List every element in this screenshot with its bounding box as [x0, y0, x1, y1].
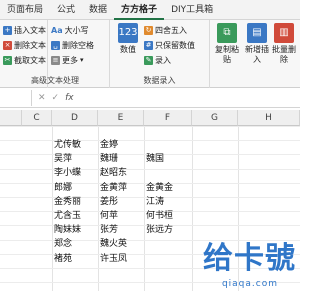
row-line	[0, 126, 300, 127]
cell-d1[interactable]: 尤传敏	[52, 139, 81, 152]
new-insert-button[interactable]: ▤ 新增插入	[242, 23, 272, 69]
cell-f6[interactable]: 何书桓	[144, 210, 173, 223]
cell-f4[interactable]: 金黄金	[144, 182, 173, 195]
cell-e1[interactable]: 金婷	[98, 139, 118, 152]
delete-text-icon: ×	[3, 40, 12, 50]
ribbon: + 插入文本 × 删除文本 ✂ 截取文本 Aa 大小写 ␣ 删除空格 ≡ 更多 …	[0, 20, 300, 88]
case-button[interactable]: Aa 大小写	[51, 24, 89, 36]
delete-text-label: 删除文本	[14, 40, 46, 50]
clipboard-icon: ⧉	[217, 23, 237, 43]
cell-d3[interactable]: 李小蝶	[52, 167, 81, 180]
cell-d8[interactable]: 郑念	[52, 238, 72, 251]
extract-text-label: 截取文本	[14, 55, 46, 65]
cell-e8[interactable]: 魏火英	[98, 238, 127, 251]
group-copy-paste: ⧉ 复制粘贴 ▤ 新增插入 ▥ 批量删除	[210, 20, 300, 88]
group-label-advanced-text: 高级文本处理	[31, 76, 79, 85]
cell-d6[interactable]: 尤含玉	[52, 210, 81, 223]
keep-values-label: 只保留数值	[155, 40, 195, 50]
watermark-logo: 给卡號	[203, 241, 296, 276]
group-data-entry: 123 数值 ↻ 四舍五入 # 只保留数值 ✎ 录入 数据录入	[110, 20, 210, 88]
batch-delete-button[interactable]: ▥ 批量删除	[270, 23, 298, 69]
remove-spaces-label: 删除空格	[62, 40, 94, 50]
tab-fangfang-gezi[interactable]: 方方格子	[114, 0, 165, 20]
cell-d5[interactable]: 金秀丽	[52, 196, 81, 209]
cell-e2[interactable]: 魏珊	[98, 153, 118, 166]
cell-e7[interactable]: 张芳	[98, 224, 118, 237]
cell-e9[interactable]: 许玉凤	[98, 253, 127, 266]
watermark-url: qiaqa.com	[221, 279, 278, 289]
group-text-case: Aa 大小写 ␣ 删除空格 ≡ 更多 ▾ 高级文本处理	[31, 20, 110, 88]
numeric-button[interactable]: 123 数值	[113, 23, 143, 69]
chevron-down-icon: ▾	[80, 56, 84, 64]
remove-spaces-button[interactable]: ␣ 删除空格	[51, 39, 94, 51]
column-header-f[interactable]: F	[144, 110, 192, 126]
numeric-icon: 123	[118, 23, 138, 43]
tab-diy-toolbox[interactable]: DIY工具箱	[164, 0, 220, 20]
insert-text-label: 插入文本	[14, 25, 46, 35]
group-label-data-entry: 数据录入	[143, 76, 176, 85]
insert-text-button[interactable]: + 插入文本	[3, 24, 46, 36]
keep-values-button[interactable]: # 只保留数值	[144, 39, 195, 51]
cell-d4[interactable]: 郎娜	[52, 182, 72, 195]
cell-e4[interactable]: 金黄萍	[98, 182, 127, 195]
row-line	[0, 168, 300, 170]
round-label: 四舍五入	[155, 25, 187, 35]
copy-paste-label: 复制粘贴	[215, 45, 239, 64]
keep-values-icon: #	[144, 40, 153, 50]
confirm-icon[interactable]: ✓	[52, 93, 60, 103]
cell-e3[interactable]: 赵昭东	[98, 167, 127, 180]
column-header-c[interactable]: C	[22, 110, 52, 126]
tab-page-layout[interactable]: 页面布局	[0, 0, 50, 20]
delete-text-button[interactable]: × 删除文本	[3, 39, 46, 51]
spreadsheet-grid[interactable]: C D E F G H 尤传敏 金婷吴萍 魏珊 魏国李小蝶 赵昭东郎娜 金黄萍 金黄金金秀丽…	[0, 110, 300, 291]
select-all-corner[interactable]	[0, 110, 22, 126]
cell-f2[interactable]: 魏国	[144, 153, 164, 166]
batch-delete-label: 批量删除	[272, 45, 296, 64]
row-line	[0, 140, 300, 142]
extract-text-icon: ✂	[3, 55, 12, 65]
column-header-e[interactable]: E	[98, 110, 144, 126]
column-header-d[interactable]: D	[52, 110, 98, 126]
more-label: 更多	[62, 55, 78, 65]
formula-controls: ✕ ✓ fx	[38, 93, 74, 103]
name-box[interactable]	[2, 89, 32, 106]
entry-icon: ✎	[144, 55, 153, 65]
numeric-label: 数值	[120, 45, 136, 54]
cell-e6[interactable]: 何苹	[98, 210, 118, 223]
cell-e5[interactable]: 姜彤	[98, 196, 118, 209]
cell-d7[interactable]: 陶妹妹	[52, 224, 81, 237]
cell-d9[interactable]: 褚苑	[52, 253, 72, 266]
more-icon: ≡	[51, 55, 60, 65]
cell-d2[interactable]: 吴萍	[52, 153, 72, 166]
column-header-g[interactable]: G	[192, 110, 238, 126]
tab-data[interactable]: 数据	[82, 0, 114, 20]
remove-spaces-icon: ␣	[51, 40, 60, 50]
case-icon: Aa	[51, 25, 63, 35]
extract-text-button[interactable]: ✂ 截取文本	[3, 54, 46, 66]
copy-paste-button[interactable]: ⧉ 复制粘贴	[212, 23, 242, 69]
round-icon: ↻	[144, 25, 153, 35]
grid-line	[192, 126, 193, 291]
cancel-icon[interactable]: ✕	[38, 93, 46, 103]
fx-icon[interactable]: fx	[65, 93, 74, 103]
formula-bar: ✕ ✓ fx	[0, 88, 300, 108]
column-header-h[interactable]: H	[238, 110, 300, 126]
ribbon-tab-bar: 页面布局 公式 数据 方方格子 DIY工具箱	[0, 0, 300, 20]
tab-formulas[interactable]: 公式	[50, 0, 82, 20]
insert-text-icon: +	[3, 25, 12, 35]
insert-row-icon: ▤	[247, 23, 267, 43]
case-label: 大小写	[64, 25, 89, 35]
round-button[interactable]: ↻ 四舍五入	[144, 24, 187, 36]
more-button[interactable]: ≡ 更多 ▾	[51, 54, 84, 66]
entry-button[interactable]: ✎ 录入	[144, 54, 171, 66]
cell-f7[interactable]: 张远方	[144, 224, 173, 237]
delete-rows-icon: ▥	[274, 23, 294, 43]
entry-label: 录入	[155, 55, 171, 65]
new-insert-label: 新增插入	[245, 45, 269, 64]
cell-f5[interactable]: 江涛	[144, 196, 164, 209]
